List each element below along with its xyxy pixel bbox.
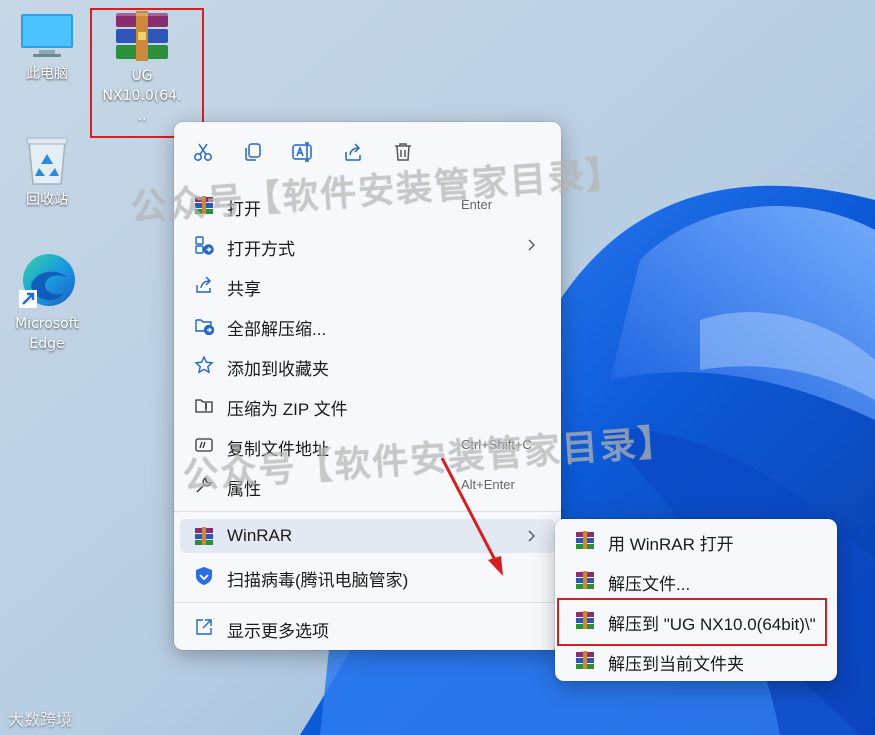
corner-logo: 大数跨境 [8, 706, 72, 730]
annotation-arrow [440, 457, 503, 576]
corner-logo-text: 大数跨境 [8, 710, 73, 729]
desktop: 此电脑 UG NX10.0(64... 回收站 Microsoft Edge 打… [0, 0, 875, 735]
